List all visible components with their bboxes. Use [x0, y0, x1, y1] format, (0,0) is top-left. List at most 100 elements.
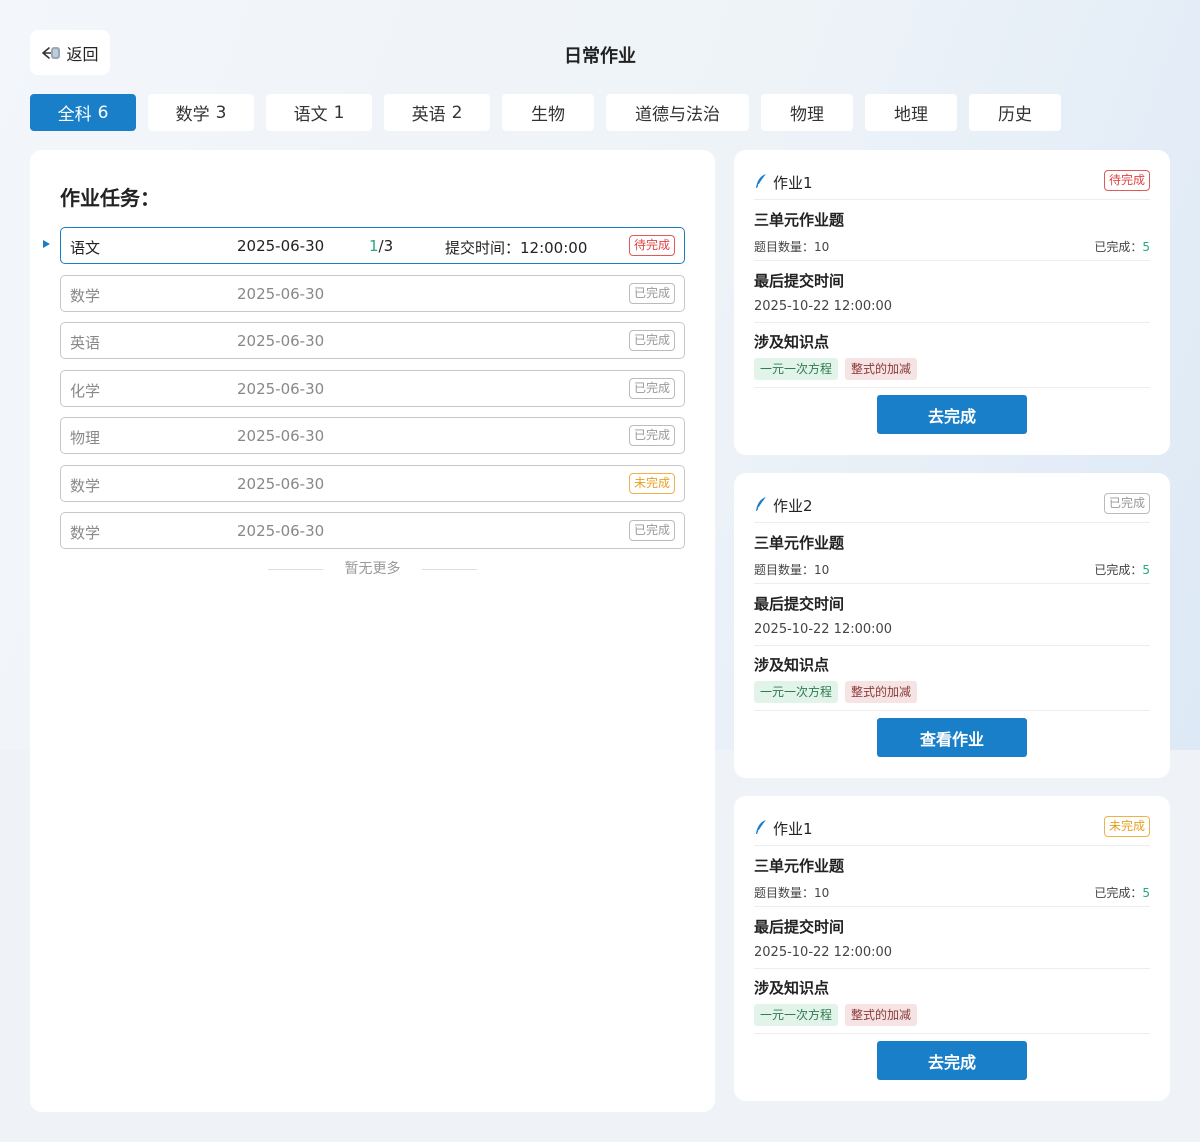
- knowledge-points-title: 涉及知识点: [754, 333, 830, 351]
- task-panel: 作业任务： 语文 2025-06-30 1/3 提交时间：12:00:00 待完…: [30, 150, 715, 1112]
- tab-geography[interactable]: 地理: [865, 94, 957, 131]
- card-header: 作业1 待完成: [754, 168, 1150, 200]
- task-date: 2025-06-30: [237, 379, 325, 398]
- task-progress-total: /3: [378, 237, 394, 255]
- task-date: 2025-06-30: [237, 332, 325, 350]
- task-row[interactable]: 数学 2025-06-30 已完成: [60, 512, 685, 549]
- deadline-value: 2025-10-22 12:00:00: [754, 299, 893, 314]
- task-subject: 数学: [70, 524, 101, 542]
- task-date: 2025-06-30: [237, 427, 325, 445]
- task-date: 2025-06-30: [237, 284, 325, 303]
- tab-chinese[interactable]: 语文 1: [266, 94, 372, 131]
- task-row[interactable]: 化学 2025-06-30 已完成: [60, 369, 685, 407]
- deadline-title: 最后提交时间: [754, 918, 845, 936]
- knowledge-points: 一元一次方程 整式的加减: [754, 358, 918, 380]
- selected-arrow-icon: [43, 240, 50, 248]
- tab-english[interactable]: 英语 2: [384, 94, 490, 131]
- divider: [754, 645, 1150, 646]
- feather-icon: [756, 496, 767, 511]
- task-progress: 1/3: [369, 237, 393, 255]
- go-complete-button[interactable]: 去完成: [877, 1041, 1027, 1080]
- tab-label: 道德与法治: [635, 105, 720, 125]
- tab-label: 地理: [894, 105, 928, 125]
- tab-count: 1: [333, 102, 345, 123]
- divider: [754, 322, 1150, 323]
- task-progress-done: 1: [369, 237, 379, 255]
- completed-count-label: 已完成：: [1094, 563, 1143, 577]
- status-badge: 已完成: [628, 330, 675, 351]
- tab-morality-law[interactable]: 道德与法治: [606, 94, 749, 131]
- deadline-title: 最后提交时间: [754, 595, 845, 613]
- card-header: 作业1 未完成: [754, 814, 1150, 846]
- card-header: 作业2 已完成: [754, 491, 1150, 523]
- question-count-label: 题目数量：: [754, 240, 815, 254]
- status-badge: 已完成: [628, 282, 675, 304]
- completed-count-label: 已完成：: [1094, 886, 1143, 900]
- card-name: 作业1: [773, 174, 813, 192]
- tab-label: 语文: [293, 105, 328, 125]
- knowledge-tag: 一元一次方程: [754, 1004, 839, 1026]
- tab-biology[interactable]: 生物: [502, 94, 594, 131]
- knowledge-points: 一元一次方程 整式的加减: [754, 681, 918, 703]
- completed-count-value: 5: [1142, 240, 1150, 254]
- status-badge: 已完成: [628, 425, 675, 446]
- go-complete-button[interactable]: 去完成: [877, 395, 1027, 434]
- card-name: 作业2: [773, 497, 813, 515]
- tab-label: 数学: [175, 105, 210, 125]
- tab-physics[interactable]: 物理: [761, 94, 853, 131]
- homework-card: 作业2 已完成 三单元作业题 题目数量：10 已完成：5 最后提交时间 2025…: [734, 473, 1170, 778]
- knowledge-tag: 整式的加减: [845, 358, 918, 380]
- task-row[interactable]: 语文 2025-06-30 1/3 提交时间：12:00:00 待完成: [43, 227, 685, 264]
- task-date: 2025-06-30: [237, 237, 325, 255]
- knowledge-tag: 一元一次方程: [754, 358, 839, 380]
- task-subject: 物理: [70, 429, 101, 447]
- task-row[interactable]: 数学 2025-06-30 未完成: [60, 464, 685, 502]
- tab-history[interactable]: 历史: [969, 94, 1061, 131]
- knowledge-tag: 整式的加减: [845, 681, 918, 703]
- task-submit-time: 提交时间：12:00:00: [445, 239, 588, 257]
- task-subject: 语文: [70, 239, 101, 257]
- task-row[interactable]: 物理 2025-06-30 已完成: [60, 417, 685, 454]
- divider: [754, 387, 1150, 388]
- task-date: 2025-06-30: [237, 474, 325, 493]
- task-panel-title: 作业任务：: [60, 186, 160, 210]
- divider: [422, 569, 477, 570]
- no-more-text: 暂无更多: [344, 561, 401, 577]
- status-badge: 已完成: [628, 377, 675, 399]
- completed-count: 已完成：5: [1094, 238, 1150, 255]
- homework-card: 作业1 未完成 三单元作业题 题目数量：10 已完成：5 最后提交时间 2025…: [734, 796, 1170, 1101]
- status-badge: 未完成: [1103, 816, 1150, 837]
- task-subject: 化学: [70, 381, 101, 400]
- divider: [754, 583, 1150, 584]
- tab-math[interactable]: 数学 3: [148, 94, 254, 131]
- knowledge-points: 一元一次方程 整式的加减: [754, 1004, 918, 1026]
- tab-all[interactable]: 全科 6: [30, 94, 136, 131]
- question-count: 题目数量：10: [754, 238, 829, 255]
- task-subject: 数学: [70, 286, 101, 305]
- card-subtitle: 三单元作业题: [754, 857, 845, 875]
- divider: [754, 968, 1150, 969]
- view-homework-button[interactable]: 查看作业: [877, 718, 1027, 757]
- status-badge: 未完成: [628, 472, 675, 494]
- knowledge-tag: 一元一次方程: [754, 681, 839, 703]
- question-count-label: 题目数量：: [754, 563, 815, 577]
- divider: [754, 260, 1150, 261]
- task-row[interactable]: 数学 2025-06-30 已完成: [60, 274, 685, 312]
- feather-icon: [756, 173, 767, 188]
- completed-count: 已完成：5: [1094, 561, 1150, 578]
- completed-count-value: 5: [1142, 886, 1150, 900]
- deadline-value: 2025-10-22 12:00:00: [754, 622, 893, 637]
- task-date: 2025-06-30: [237, 522, 325, 540]
- tab-label: 生物: [531, 105, 565, 125]
- question-count: 题目数量：10: [754, 884, 829, 901]
- divider: [754, 1033, 1150, 1034]
- subject-tabs: 全科 6 数学 3 语文 1 英语 2 生物 道德与法治 物理 地理 历史: [30, 94, 1061, 131]
- divider: [754, 710, 1150, 711]
- completed-count-value: 5: [1142, 563, 1150, 577]
- tab-label: 全科: [57, 105, 92, 125]
- status-badge: 待完成: [628, 235, 675, 256]
- card-subtitle: 三单元作业题: [754, 211, 845, 229]
- status-badge: 已完成: [628, 520, 675, 541]
- task-row[interactable]: 英语 2025-06-30 已完成: [60, 322, 685, 359]
- tab-label: 英语: [411, 105, 446, 125]
